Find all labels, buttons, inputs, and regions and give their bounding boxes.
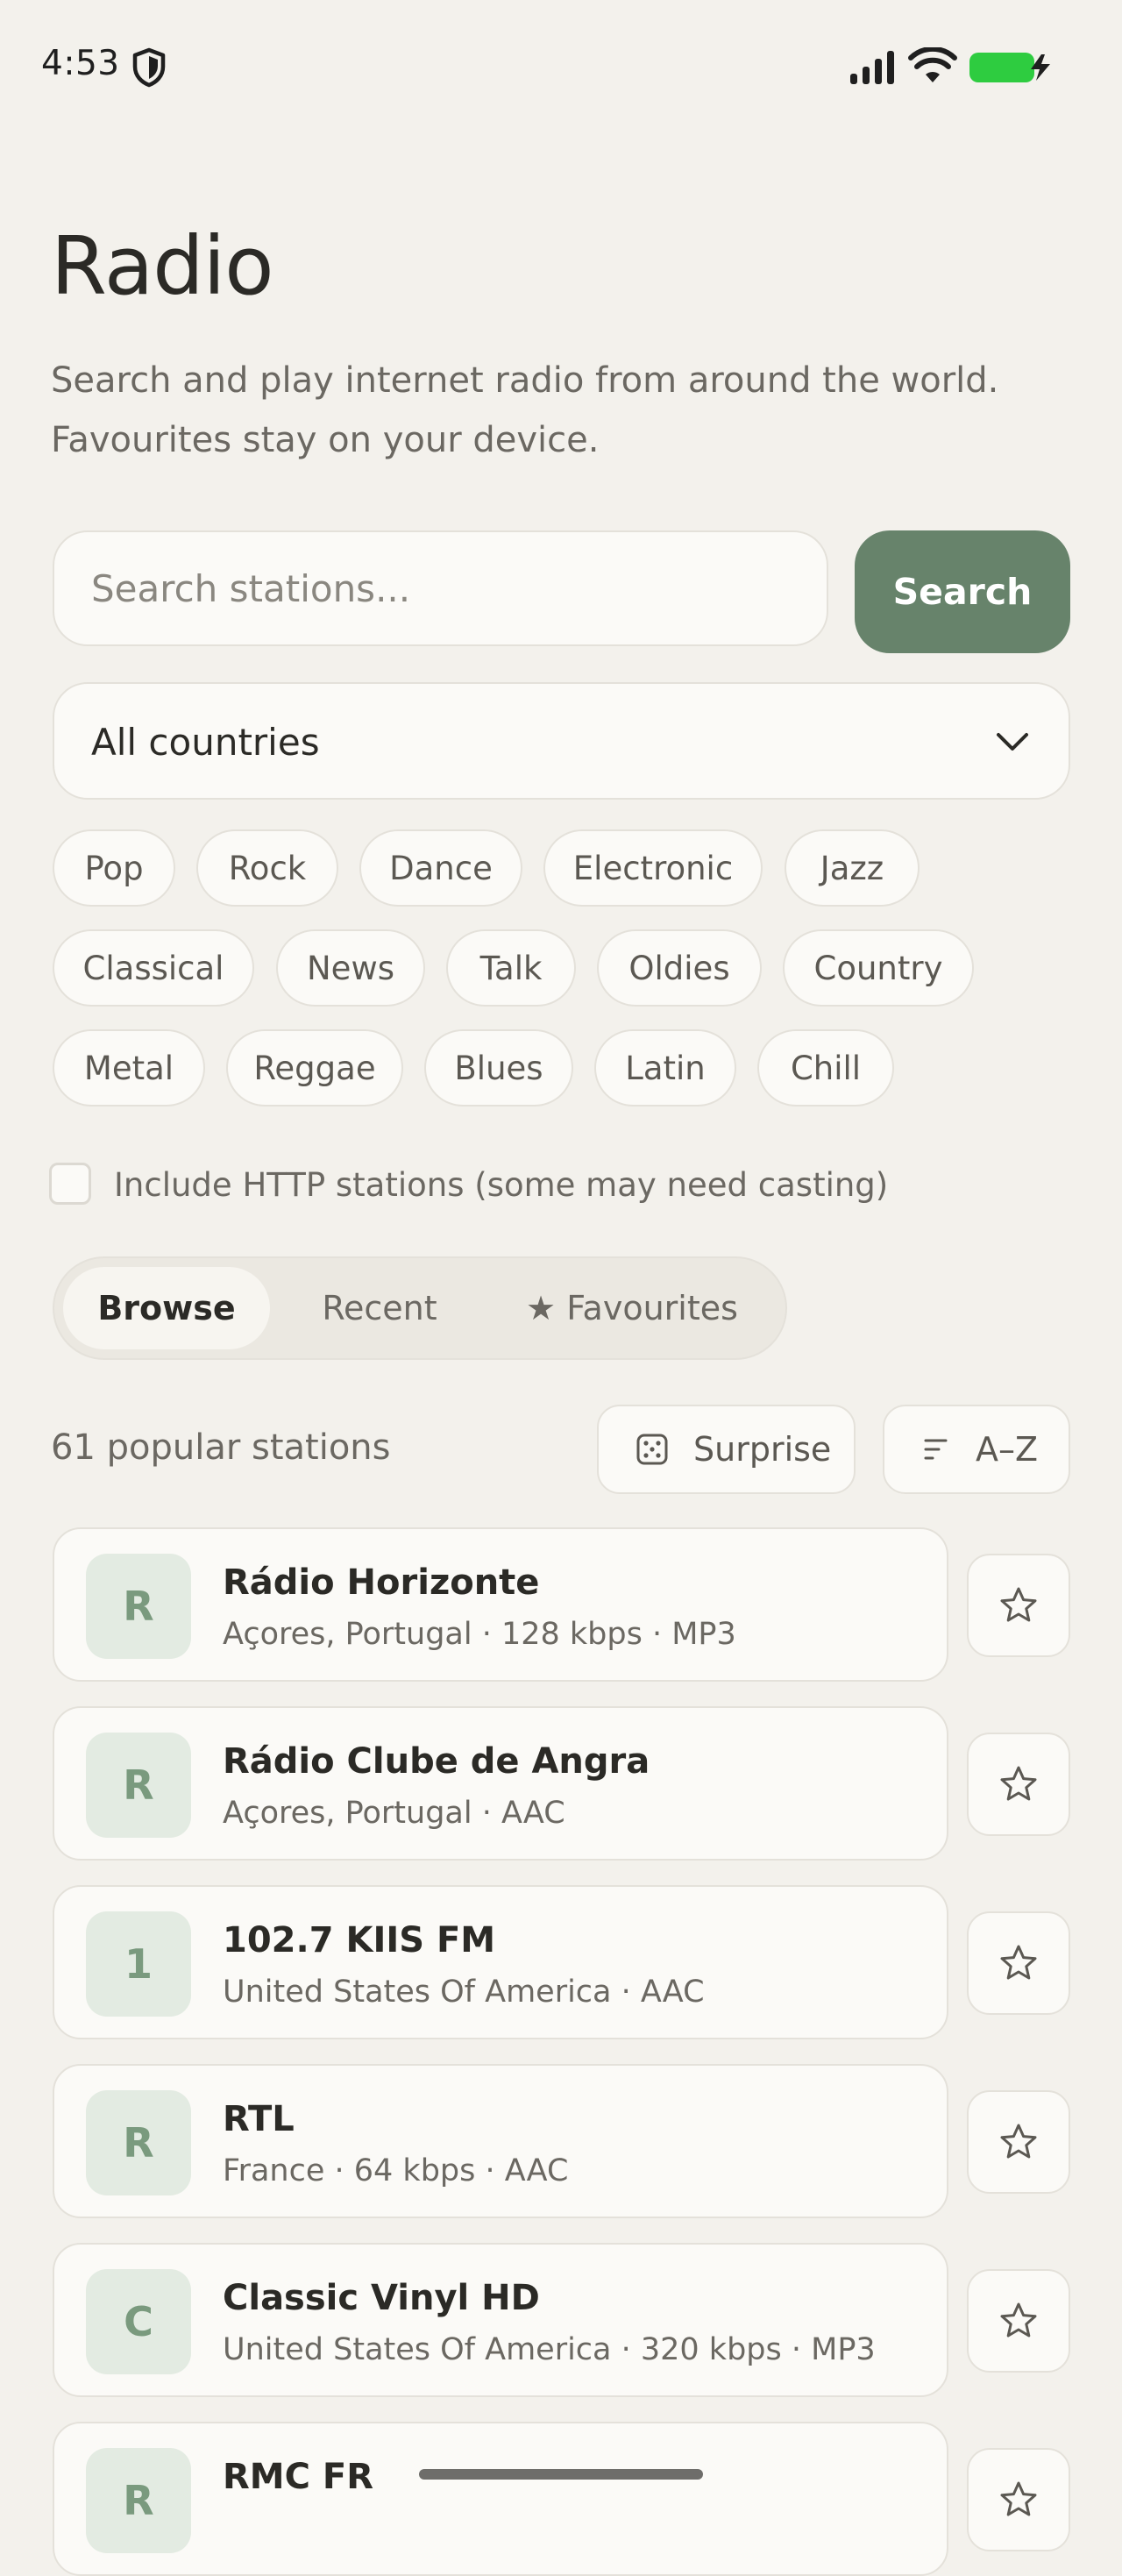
genre-chip-latin[interactable]: Latin bbox=[594, 1029, 736, 1107]
genre-chip-chill[interactable]: Chill bbox=[757, 1029, 894, 1107]
star-outline-icon bbox=[1000, 2302, 1037, 2338]
dice-icon bbox=[636, 1434, 668, 1465]
station-avatar: R bbox=[86, 2090, 191, 2195]
station-count: 61 popular stations bbox=[51, 1427, 391, 1468]
favourite-button[interactable] bbox=[967, 1733, 1070, 1836]
surprise-label: Surprise bbox=[693, 1430, 832, 1469]
star-outline-icon bbox=[1000, 2124, 1037, 2159]
station-name: Rádio Clube de Angra bbox=[223, 1741, 650, 1782]
genre-chip-country[interactable]: Country bbox=[783, 929, 974, 1007]
station-card[interactable]: R Rádio Clube de Angra Açores, Portugal … bbox=[53, 1706, 948, 1861]
view-tabs: Browse Recent ★ Favourites bbox=[53, 1256, 787, 1360]
genre-chip-rock[interactable]: Rock bbox=[196, 829, 338, 907]
genre-chip-metal[interactable]: Metal bbox=[53, 1029, 205, 1107]
shield-icon bbox=[132, 47, 166, 88]
genre-chip-oldies[interactable]: Oldies bbox=[597, 929, 762, 1007]
genre-chip-classical[interactable]: Classical bbox=[53, 929, 254, 1007]
home-indicator[interactable] bbox=[419, 2469, 703, 2480]
station-avatar: R bbox=[86, 1554, 191, 1659]
genre-chip-jazz[interactable]: Jazz bbox=[785, 829, 920, 907]
station-meta: France · 64 kbps · AAC bbox=[223, 2153, 569, 2188]
station-name: Classic Vinyl HD bbox=[223, 2278, 540, 2318]
station-card[interactable]: R RTL France · 64 kbps · AAC bbox=[53, 2064, 948, 2218]
station-meta: United States Of America · AAC bbox=[223, 1975, 705, 2010]
genre-chip-pop[interactable]: Pop bbox=[53, 829, 175, 907]
battery-charging-icon bbox=[969, 53, 1050, 82]
sort-label: A–Z bbox=[976, 1430, 1039, 1469]
favourite-button[interactable] bbox=[967, 1911, 1070, 2015]
genre-chip-electronic[interactable]: Electronic bbox=[543, 829, 763, 907]
station-meta: United States Of America · 320 kbps · MP… bbox=[223, 2332, 876, 2367]
country-select-value: All countries bbox=[91, 721, 320, 764]
genre-chip-dance[interactable]: Dance bbox=[359, 829, 522, 907]
country-select[interactable]: All countries bbox=[53, 682, 1070, 800]
station-avatar: R bbox=[86, 2448, 191, 2553]
wifi-icon bbox=[908, 47, 957, 82]
station-avatar: 1 bbox=[86, 1911, 191, 2017]
station-name: RTL bbox=[223, 2099, 295, 2139]
favourite-button[interactable] bbox=[967, 2269, 1070, 2373]
search-button[interactable]: Search bbox=[855, 530, 1070, 653]
station-meta: Açores, Portugal · AAC bbox=[223, 1796, 565, 1831]
star-outline-icon bbox=[1000, 2481, 1037, 2516]
http-stations-checkbox[interactable] bbox=[49, 1163, 91, 1205]
station-meta: Açores, Portugal · 128 kbps · MP3 bbox=[223, 1617, 736, 1652]
star-outline-icon bbox=[1000, 1766, 1037, 1801]
tab-recent[interactable]: Recent bbox=[270, 1267, 489, 1349]
subtitle-line: Search and play internet radio from arou… bbox=[51, 360, 999, 401]
status-time: 4:53 bbox=[41, 44, 120, 83]
station-avatar: R bbox=[86, 1733, 191, 1838]
page-title: Radio bbox=[51, 219, 274, 313]
favourite-button[interactable] bbox=[967, 1554, 1070, 1657]
search-input[interactable] bbox=[53, 530, 828, 646]
sort-button[interactable]: A–Z bbox=[883, 1405, 1070, 1494]
sort-icon bbox=[924, 1439, 948, 1460]
station-card[interactable]: C Classic Vinyl HD United States Of Amer… bbox=[53, 2243, 948, 2397]
genre-chip-blues[interactable]: Blues bbox=[424, 1029, 573, 1107]
station-name: 102.7 KIIS FM bbox=[223, 1920, 496, 1960]
star-outline-icon bbox=[1000, 1587, 1037, 1622]
genre-chip-reggae[interactable]: Reggae bbox=[226, 1029, 403, 1107]
star-outline-icon bbox=[1000, 1945, 1037, 1980]
station-card[interactable]: R Rádio Horizonte Açores, Portugal · 128… bbox=[53, 1527, 948, 1682]
http-stations-label: Include HTTP stations (some may need cas… bbox=[114, 1166, 889, 1204]
station-name: Rádio Horizonte bbox=[223, 1562, 540, 1603]
tab-favourites[interactable]: ★ Favourites bbox=[489, 1267, 775, 1349]
station-card[interactable]: 1 102.7 KIIS FM United States Of America… bbox=[53, 1885, 948, 2039]
signal-icon bbox=[850, 51, 894, 84]
surprise-button[interactable]: Surprise bbox=[597, 1405, 856, 1494]
station-card[interactable]: R RMC FR bbox=[53, 2422, 948, 2576]
genre-chip-news[interactable]: News bbox=[276, 929, 425, 1007]
favourite-button[interactable] bbox=[967, 2090, 1070, 2194]
page-subtitle: Search and play internet radio from arou… bbox=[51, 351, 1085, 470]
chevron-down-icon bbox=[997, 733, 1028, 751]
station-name: RMC FR bbox=[223, 2457, 374, 2497]
station-avatar: C bbox=[86, 2269, 191, 2374]
favourite-button[interactable] bbox=[967, 2448, 1070, 2551]
genre-chip-talk[interactable]: Talk bbox=[446, 929, 576, 1007]
status-bar: 4:53 bbox=[0, 0, 1122, 132]
tab-browse[interactable]: Browse bbox=[63, 1267, 270, 1349]
subtitle-line: Favourites stay on your device. bbox=[51, 420, 600, 460]
